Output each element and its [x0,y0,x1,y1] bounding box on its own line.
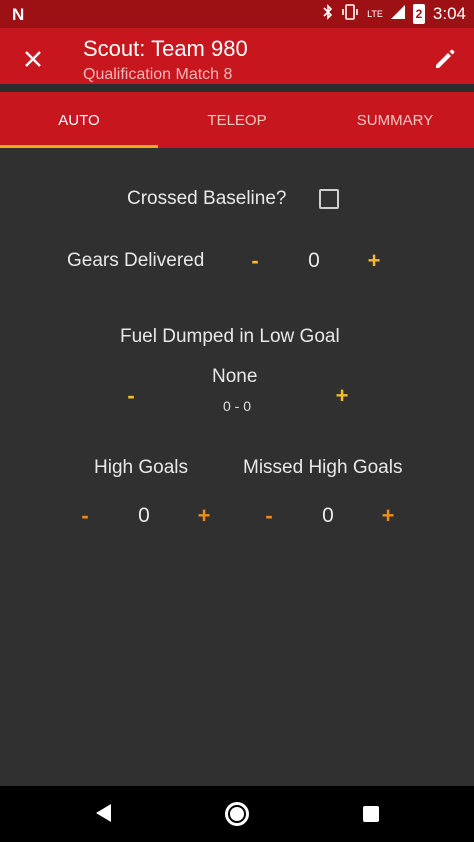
pencil-icon[interactable] [432,46,458,72]
tab-auto[interactable]: AUTO [0,92,158,148]
recent-apps-icon[interactable] [363,806,379,822]
signal-icon [390,4,405,24]
gears-value: 0 [308,249,320,272]
tab-summary[interactable]: SUMMARY [316,92,474,148]
app-bar-divider [0,84,474,92]
missed-high-plus-button[interactable]: + [376,503,400,529]
high-goals-label: High Goals [94,457,188,478]
gears-plus-button[interactable]: + [362,248,386,274]
high-goals-value: 0 [138,504,150,527]
page-subtitle: Qualification Match 8 [83,66,233,83]
missed-high-minus-button[interactable]: - [257,503,281,529]
status-icons: LTE 2 3:04 [323,4,466,24]
page-title: Scout: Team 980 [83,36,248,61]
fuel-plus-button[interactable]: + [330,383,354,409]
close-icon[interactable] [20,46,46,72]
gears-delivered-label: Gears Delivered [67,250,205,271]
vibrate-icon [341,4,359,24]
clock: 3:04 [432,4,466,23]
fuel-minus-button[interactable]: - [119,383,143,409]
missed-high-goals-label: Missed High Goals [243,457,403,478]
bluetooth-icon [323,4,333,24]
missed-high-value: 0 [322,504,334,527]
home-dot [230,807,244,821]
crossed-baseline-checkbox[interactable] [319,189,339,209]
system-nav-bar [0,786,474,842]
lte-label: LTE [367,9,383,19]
fuel-range: 0 - 0 [222,398,251,414]
notification-logo: N [12,5,25,24]
app-bar: Scout: Team 980 Qualification Match 8 [0,28,474,92]
status-bar: N LTE 2 3:04 [0,0,474,28]
high-goals-plus-button[interactable]: + [192,503,216,529]
app-screen: N LTE 2 3:04 Scout: Team 980 Qualificati… [0,0,474,842]
tab-bar: AUTO TELEOP SUMMARY [0,92,474,148]
auto-form: Crossed Baseline? Gears Delivered - 0 + … [0,148,474,786]
high-goals-minus-button[interactable]: - [73,503,97,529]
battery-icon: 2 [412,4,425,24]
crossed-baseline-label: Crossed Baseline? [127,188,287,209]
fuel-low-goal-label: Fuel Dumped in Low Goal [120,326,340,347]
fuel-value: None [212,366,258,387]
gears-minus-button[interactable]: - [243,248,267,274]
tab-teleop[interactable]: TELEOP [158,92,316,148]
back-icon[interactable] [96,804,111,822]
